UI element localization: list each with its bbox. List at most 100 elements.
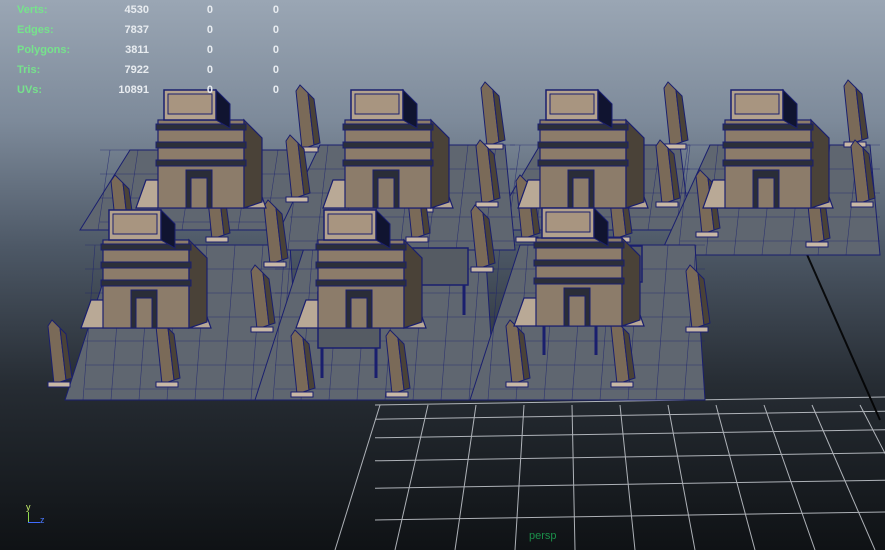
temple-door xyxy=(377,177,395,209)
hud-value-total: 7837 xyxy=(124,24,149,36)
hud-label: Polygons: xyxy=(17,44,71,56)
obelisk-base xyxy=(405,236,429,243)
grid-line xyxy=(571,404,576,550)
temple-band xyxy=(315,261,407,269)
grid-line xyxy=(374,429,885,439)
obelisk-base xyxy=(610,381,634,388)
grid-line xyxy=(374,479,885,489)
temple-band xyxy=(537,141,629,149)
temple-band xyxy=(155,141,247,149)
temple-band xyxy=(100,261,192,269)
hud-value-selected: 0 xyxy=(206,64,213,76)
temple-band xyxy=(342,123,434,131)
hud-value-selected: 0 xyxy=(206,24,213,36)
temple-band xyxy=(342,159,434,167)
temple-band xyxy=(537,123,629,131)
obelisk-base xyxy=(850,201,874,208)
hud-row-edges: Edges: 7837 0 0 xyxy=(17,22,279,42)
hud-row-tris: Tris: 7922 0 0 xyxy=(17,62,279,82)
y-axis-label: y xyxy=(26,502,31,512)
temple-door xyxy=(190,177,208,209)
grid-line xyxy=(763,404,816,550)
grid-line xyxy=(454,404,477,550)
temple-band xyxy=(155,159,247,167)
grid-line xyxy=(334,404,381,550)
temple-band xyxy=(315,279,407,287)
obelisk-base xyxy=(285,196,309,203)
temple-door xyxy=(350,297,368,329)
grid-line xyxy=(374,452,885,462)
temple-side xyxy=(810,118,830,209)
temple-roof-top xyxy=(112,213,158,235)
temple-band xyxy=(155,123,247,131)
obelisk-base xyxy=(385,391,409,398)
grid-line xyxy=(374,410,885,420)
hud-value-selected: 0 xyxy=(206,84,213,96)
temple-band xyxy=(315,243,407,251)
obelisk-base xyxy=(655,201,679,208)
grid-line xyxy=(859,404,885,455)
grid-axis-line xyxy=(804,249,881,421)
grid-line xyxy=(514,404,525,550)
obelisk xyxy=(663,81,689,150)
hud-value-total: 10891 xyxy=(118,84,149,96)
hud-value-uv: 0 xyxy=(272,64,279,76)
temple-band xyxy=(100,243,192,251)
hud-value-total: 4530 xyxy=(124,4,149,16)
obelisk-base xyxy=(155,381,179,388)
grid-line xyxy=(715,404,756,550)
axis-gizmo-icon: y z xyxy=(20,502,50,528)
obelisk xyxy=(480,81,506,150)
grid-line xyxy=(667,404,696,550)
obelisk-base xyxy=(695,231,719,238)
hud-label: Edges: xyxy=(17,24,54,36)
persp-viewport[interactable]: Verts: 4530 0 0 Edges: 7837 0 0 Polygons… xyxy=(0,0,885,550)
grid-line xyxy=(619,404,636,550)
temple-side xyxy=(625,118,645,209)
hud-label: Verts: xyxy=(17,4,48,16)
obelisk-base xyxy=(685,326,709,333)
grid-line xyxy=(374,511,885,521)
obelisk-base xyxy=(515,236,539,243)
hud-value-uv: 0 xyxy=(272,4,279,16)
temple-band xyxy=(533,241,625,249)
obelisk xyxy=(47,319,73,388)
hud-value-uv: 0 xyxy=(272,44,279,56)
temple-band xyxy=(537,159,629,167)
z-axis-label: z xyxy=(40,515,45,525)
poly-count-hud: Verts: 4530 0 0 Edges: 7837 0 0 Polygons… xyxy=(17,2,279,102)
temple-roof-top xyxy=(545,211,591,233)
temple-roof-top xyxy=(549,93,595,115)
obelisk-base xyxy=(47,381,71,388)
hud-row-verts: Verts: 4530 0 0 xyxy=(17,2,279,22)
grid-line xyxy=(811,404,876,550)
grid-line xyxy=(394,404,429,550)
temple-band xyxy=(722,141,814,149)
temple-band xyxy=(722,159,814,167)
temple-roof-top xyxy=(327,213,373,235)
temple-band xyxy=(533,277,625,285)
hud-value-total: 3811 xyxy=(125,44,149,56)
temple-band xyxy=(722,123,814,131)
temple-door xyxy=(568,295,586,327)
temple-band xyxy=(100,279,192,287)
hud-value-uv: 0 xyxy=(272,84,279,96)
obelisk-base xyxy=(290,391,314,398)
obelisk-base xyxy=(475,201,499,208)
temple-band xyxy=(533,259,625,267)
obelisk-base xyxy=(250,326,274,333)
hud-label: UVs: xyxy=(17,84,43,96)
hud-row-polygons: Polygons: 3811 0 0 xyxy=(17,42,279,62)
obelisk-base xyxy=(805,241,829,248)
hud-value-total: 7922 xyxy=(124,64,149,76)
temple-door xyxy=(572,177,590,209)
obelisk xyxy=(843,79,869,148)
hud-value-uv: 0 xyxy=(272,24,279,36)
obelisk-base xyxy=(205,236,229,243)
obelisk xyxy=(295,84,321,153)
temple-side xyxy=(430,118,450,209)
hud-value-selected: 0 xyxy=(206,44,213,56)
temple-roof-top xyxy=(734,93,780,115)
obelisk-base xyxy=(470,266,494,273)
temple xyxy=(135,88,267,209)
